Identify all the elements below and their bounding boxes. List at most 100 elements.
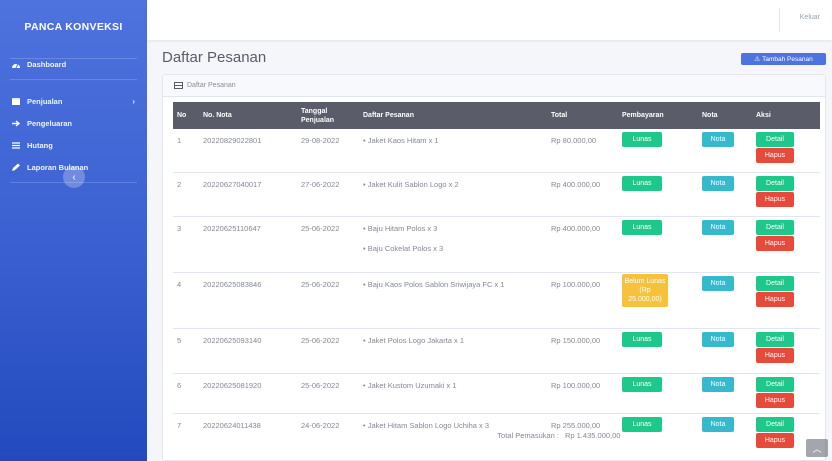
order-items: • Jaket Kulit Sablon Logo x 2 — [359, 171, 547, 216]
payment-status-badge[interactable]: Lunas — [622, 416, 662, 432]
table-row: 6 20220625081920 25-06-2022 • Jaket Kustom … — [173, 372, 820, 413]
nota-number: 20220625093140 — [199, 327, 297, 373]
orders-table: No No. Nota Tanggal Penjualan Daftar Pes… — [173, 102, 820, 457]
column-header: Pembayaran — [622, 112, 664, 119]
sale-date: 25-06-2022 — [297, 327, 359, 373]
scroll-to-top-button[interactable]: ︿ — [806, 439, 828, 457]
order-item: Baju Cokelat Polos x 3 — [367, 243, 444, 253]
sidebar-item-pengeluaran[interactable]: Pengeluaran — [0, 112, 147, 134]
sidebar-item-dashboard[interactable]: Dashboard — [0, 53, 147, 75]
sidebar-item-label: Pengeluaran — [27, 118, 73, 128]
sale-date: 25-06-2022 — [297, 271, 359, 328]
order-item: Baju Hitam Polos x 3 — [367, 223, 438, 233]
row-number: 2 — [173, 171, 199, 216]
order-total: Rp 400.000,00 — [547, 171, 618, 216]
total-income-value: Rp 1.435.000,00 — [565, 431, 621, 440]
orders-card: Daftar Pesanan No No. Nota Tanggal Penju… — [162, 74, 826, 461]
payment-status-badge[interactable]: Lunas — [622, 219, 662, 235]
sidebar-toggle-button[interactable]: ‹ — [63, 166, 85, 188]
page-title: Daftar Pesanan — [162, 49, 267, 66]
topbar: Keluar — [147, 0, 832, 40]
list-icon — [11, 140, 21, 150]
nota-button[interactable]: Nota — [702, 416, 734, 432]
order-total: Rp 150.000,00 — [547, 327, 618, 373]
add-order-button[interactable]: ⚠ Tambah Pesanan — [741, 53, 826, 65]
nota-button[interactable]: Nota — [702, 175, 734, 191]
item-bullet: • — [363, 179, 366, 189]
nota-number: 20220829022801 — [203, 136, 262, 145]
table-row: 4 20220625083846 25-06-2022 • Baju Kaos Pol… — [173, 271, 820, 328]
nota-button[interactable]: Nota — [702, 331, 734, 347]
delete-button[interactable]: Hapus — [756, 191, 794, 207]
card-header: Daftar Pesanan — [163, 75, 825, 97]
total-income: Total Pemasukan : Rp 1.435.000,00 — [463, 431, 620, 440]
sidebar-item-label: Dashboard — [27, 59, 67, 69]
logout-link[interactable]: Keluar — [800, 14, 820, 21]
order-item: Jaket Kulit Sablon Logo x 2 — [367, 179, 459, 189]
row-number: 6 — [173, 372, 199, 413]
sidebar-item-label: Penjualan — [27, 96, 63, 106]
delete-button[interactable]: Hapus — [756, 291, 794, 307]
table-row: 5 20220625093140 25-06-2022 • Jaket Polos L… — [173, 327, 820, 373]
delete-button[interactable]: Hapus — [756, 235, 794, 251]
sidebar-item-hutang[interactable]: Hutang — [0, 134, 147, 156]
arrow-right-icon — [11, 118, 21, 128]
nota-button[interactable]: Nota — [702, 275, 734, 291]
table-icon — [174, 82, 183, 89]
item-bullet: • — [363, 335, 366, 345]
nota-button[interactable]: Nota — [702, 219, 734, 235]
delete-button[interactable]: Hapus — [756, 432, 794, 448]
sale-date: 24-06-2022 — [297, 412, 359, 457]
column-header: No — [177, 112, 187, 119]
column-header: No. Nota — [203, 112, 232, 119]
chevron-right-icon: › — [132, 96, 135, 106]
item-bullet: • — [363, 223, 366, 233]
item-bullet: • — [363, 243, 366, 253]
payment-status-badge[interactable]: Lunas — [622, 175, 662, 191]
order-items: • Jaket Kustom Uzumaki x 1 — [359, 372, 547, 413]
order-items: • Jaket Polos Logo Jakarta x 1 — [359, 327, 547, 373]
pencil-icon — [11, 162, 21, 172]
nota-number: 20220625081920 — [199, 372, 297, 413]
detail-button[interactable]: Detail — [756, 175, 794, 191]
column-header: Tanggal Penjualan — [301, 107, 335, 124]
detail-button[interactable]: Detail — [756, 219, 794, 235]
order-total: Rp 400.000,00 — [547, 215, 618, 272]
nota-number: 20220624011438 — [199, 412, 297, 457]
row-number: 1 — [177, 136, 182, 145]
card-title: Daftar Pesanan — [187, 82, 236, 89]
order-item: Baju Kaos Polos Sablon Sriwijaya FC x 1 — [367, 279, 505, 289]
order-item: Jaket Hitam Sablon Logo Uchiha x 3 — [367, 420, 490, 430]
detail-button[interactable]: Detail — [756, 376, 794, 392]
nota-number: 20220625083846 — [199, 271, 297, 328]
payment-status-badge[interactable]: Belum Lunas (Rp 25.000,00) — [622, 273, 668, 307]
table-header-row: No No. Nota Tanggal Penjualan Daftar Pes… — [173, 102, 820, 129]
column-header: Aksi — [756, 112, 771, 119]
detail-button[interactable]: Detail — [756, 331, 794, 347]
row-number: 7 — [173, 412, 199, 457]
detail-button[interactable]: Detail — [756, 132, 794, 147]
detail-button[interactable]: Detail — [756, 416, 794, 432]
nota-button[interactable]: Nota — [702, 132, 734, 147]
order-items: • Baju Hitam Polos x 3 • Baju Cokelat Pol… — [359, 215, 547, 272]
payment-status-badge[interactable]: Lunas — [622, 132, 662, 147]
order-item: Jaket Kaos Hitam x 1 — [367, 136, 439, 145]
sidebar-divider — [10, 79, 137, 80]
sidebar-item-label: Hutang — [27, 140, 53, 150]
column-header: Nota — [702, 112, 718, 119]
item-bullet: • — [363, 279, 366, 289]
payment-status-badge[interactable]: Lunas — [622, 331, 662, 347]
detail-button[interactable]: Detail — [756, 275, 794, 291]
payment-status-badge[interactable]: Lunas — [622, 376, 662, 392]
item-bullet: • — [363, 136, 366, 145]
delete-button[interactable]: Hapus — [756, 392, 794, 408]
brand-title[interactable]: PANCA KONVEKSI — [0, 0, 147, 54]
plus-icon: ⚠ — [754, 56, 761, 63]
column-header: Total — [551, 112, 568, 119]
sidebar-item-penjualan[interactable]: Penjualan › — [0, 90, 147, 112]
add-order-label: Tambah Pesanan — [762, 55, 813, 63]
nota-number: 20220625110647 — [199, 215, 297, 272]
nota-button[interactable]: Nota — [702, 376, 734, 392]
delete-button[interactable]: Hapus — [756, 347, 794, 363]
delete-button[interactable]: Hapus — [756, 148, 794, 163]
